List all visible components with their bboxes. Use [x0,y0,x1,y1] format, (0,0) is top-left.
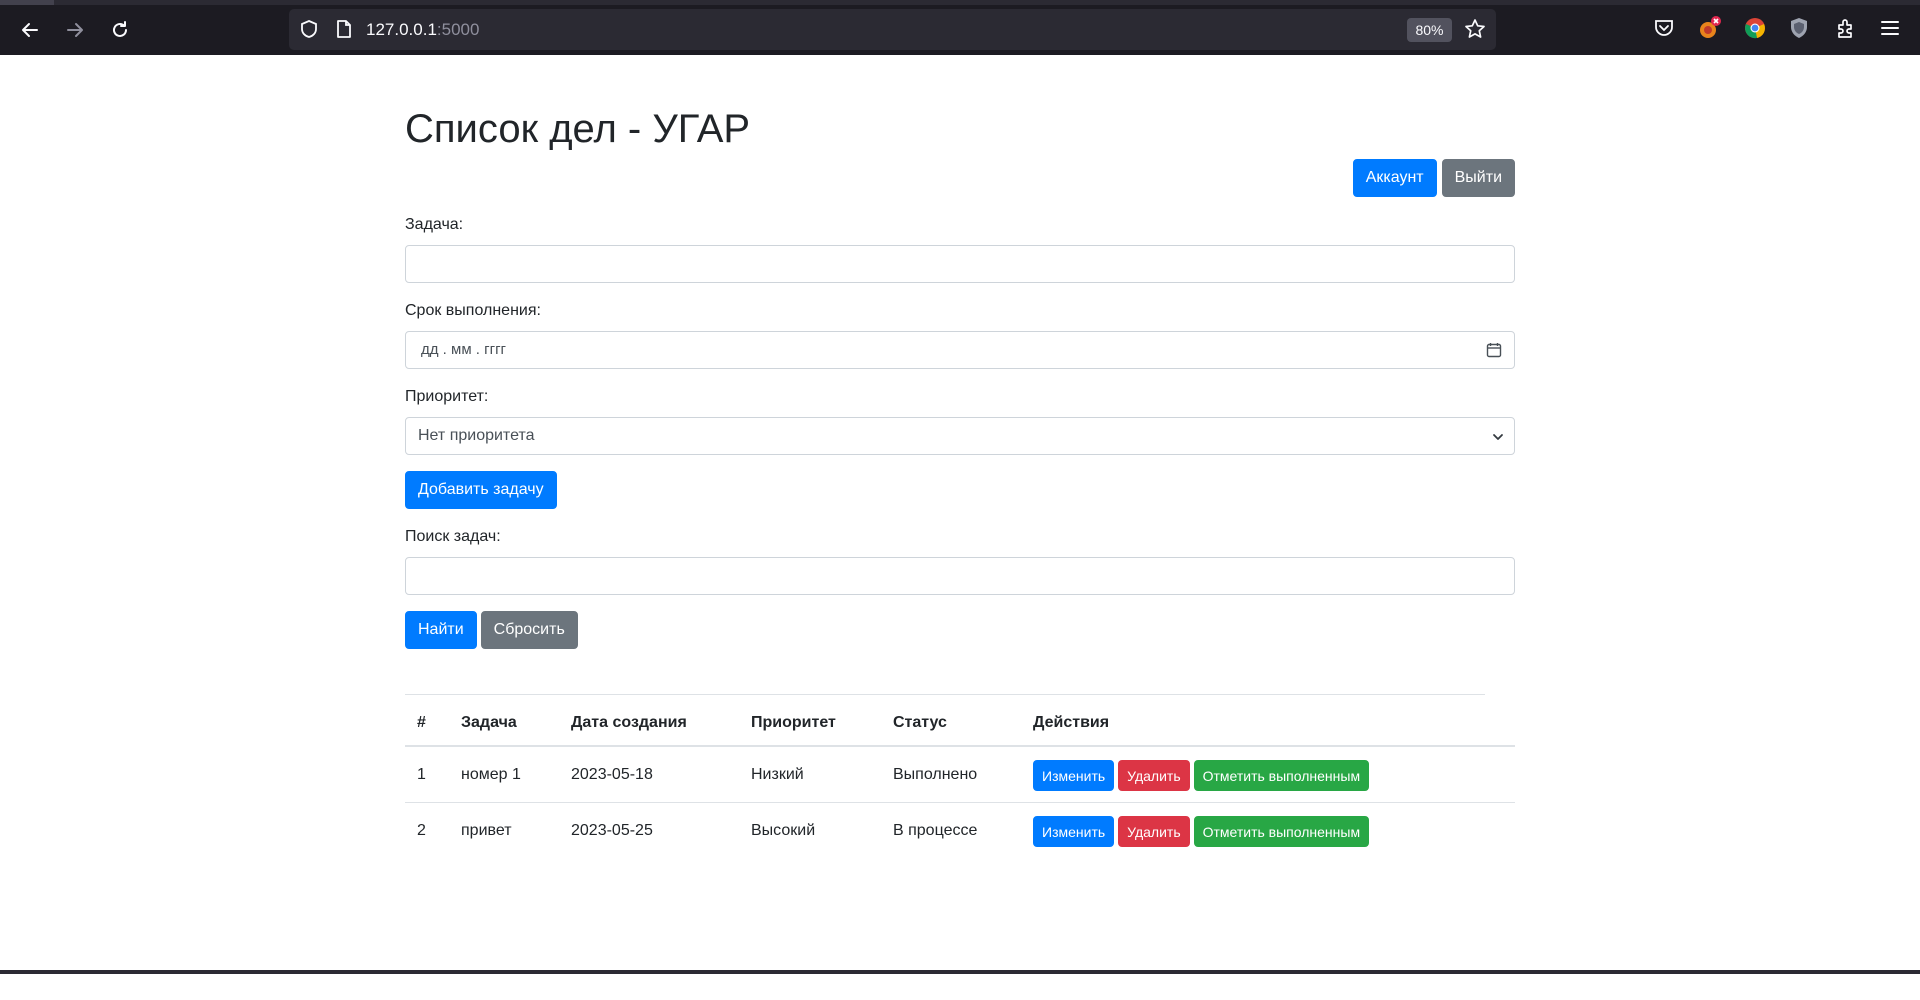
pocket-icon[interactable] [1651,15,1677,41]
priority-label: Приоритет: [405,388,489,405]
active-tab[interactable] [0,0,54,5]
bookmark-star-icon[interactable] [1464,18,1486,40]
due-date-label: Срок выполнения: [405,302,541,319]
due-date-placeholder: дд . мм . гггг [421,341,507,358]
row-status: В процессе [893,822,978,839]
table-row: 2 привет 2023-05-25 Высокий В процессе И… [405,803,1515,859]
row-task: номер 1 [461,766,521,783]
page-title: Список дел - УГАР [405,107,751,151]
chrome-extension-icon[interactable] [1742,15,1768,41]
row-priority: Высокий [751,822,816,839]
extensions-puzzle-icon[interactable] [1833,15,1859,41]
browser-toolbar: 127.0.0.1:5000 80% [0,0,1920,55]
reset-button[interactable]: Сбросить [480,611,578,649]
window-bottom-border [0,970,1920,974]
header-task: Задача [461,714,517,731]
delete-button[interactable]: Удалить [1118,816,1190,847]
chevron-down-icon [1493,434,1503,440]
row-number: 1 [417,766,426,783]
task-label: Задача: [405,216,464,233]
header-priority: Приоритет [751,714,836,731]
row-status: Выполнено [893,766,978,783]
table-header-row: # Задача Дата создания Приоритет Статус … [405,697,1515,747]
tracking-protection-icon[interactable] [299,19,319,39]
header-created: Дата создания [571,714,687,731]
page-content: Список дел - УГАР Аккаунт Выйти Задача: … [0,55,1920,970]
row-actions: Изменить Удалить Отметить выполненным [1033,816,1370,847]
add-task-button[interactable]: Добавить задачу [405,471,557,509]
arrow-left-icon [22,23,38,37]
menu-hamburger-icon[interactable] [1877,15,1903,41]
search-label: Поиск задач: [405,528,501,545]
header-actions: Действия [1033,714,1110,731]
row-task: привет [461,822,512,839]
row-created: 2023-05-18 [571,766,653,783]
reload-button[interactable] [103,13,137,47]
row-actions: Изменить Удалить Отметить выполненным [1033,760,1370,791]
tab-strip [0,0,1920,5]
priority-selected-value: Нет приоритета [418,427,535,444]
row-number: 2 [417,822,426,839]
delete-button[interactable]: Удалить [1118,760,1190,791]
row-created: 2023-05-25 [571,822,653,839]
forward-button[interactable] [58,13,92,47]
account-actions: Аккаунт Выйти [1352,159,1515,197]
logout-button[interactable]: Выйти [1441,159,1515,197]
url-text: 127.0.0.1:5000 [366,20,480,39]
priority-select[interactable]: Нет приоритета [405,417,1515,455]
back-button[interactable] [13,13,47,47]
search-actions: Найти Сбросить [405,611,578,649]
page-info-icon[interactable] [335,19,353,39]
task-input[interactable] [405,245,1515,283]
row-priority: Низкий [751,766,804,783]
edit-button[interactable]: Изменить [1033,816,1115,847]
find-button[interactable]: Найти [405,611,477,649]
mark-complete-button[interactable]: Отметить выполненным [1193,760,1370,791]
header-number: # [417,714,426,731]
arrow-right-icon [67,23,83,37]
table-top-divider [405,694,1485,695]
edit-button[interactable]: Изменить [1033,760,1115,791]
calendar-icon[interactable] [1486,342,1502,358]
shield-extension-icon[interactable] [1786,15,1812,41]
header-status: Статус [893,714,947,731]
account-button[interactable]: Аккаунт [1352,159,1437,197]
extension-warning-icon[interactable] [1697,15,1723,41]
search-input[interactable] [405,557,1515,595]
reload-icon [113,21,127,37]
zoom-level-badge[interactable]: 80% [1407,18,1452,42]
address-bar[interactable]: 127.0.0.1:5000 80% [289,9,1496,50]
mark-complete-button[interactable]: Отметить выполненным [1193,816,1370,847]
due-date-input[interactable]: дд . мм . гггг [405,331,1515,369]
table-row: 1 номер 1 2023-05-18 Низкий Выполнено Из… [405,747,1515,803]
